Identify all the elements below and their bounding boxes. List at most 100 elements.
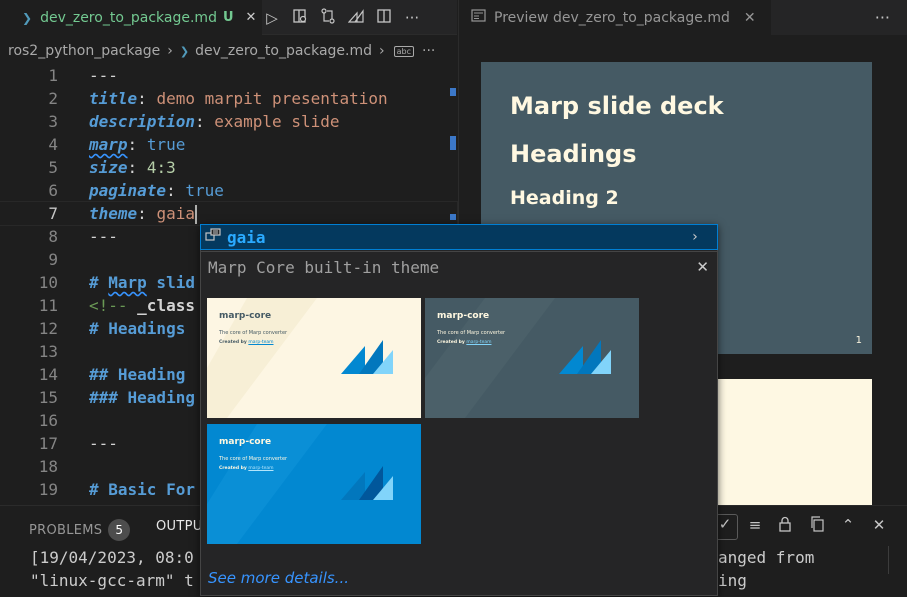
breadcrumb: ros2_python_package › ❯ dev_zero_to_pack… bbox=[0, 40, 457, 62]
marp-logo-icon bbox=[341, 340, 393, 374]
panel-scrollbar[interactable] bbox=[888, 546, 898, 574]
copy-icon[interactable] bbox=[804, 516, 830, 536]
more-actions-icon[interactable]: ··· bbox=[398, 9, 426, 27]
line-number: 10 bbox=[38, 273, 58, 292]
tab-dev-zero-to-package[interactable]: ❯ dev_zero_to_package.md U ✕ bbox=[0, 0, 262, 35]
frontmatter-delimiter: --- bbox=[89, 227, 118, 246]
line-number: 4 bbox=[48, 135, 58, 154]
yaml-colon: : bbox=[137, 204, 147, 223]
line-number: 2 bbox=[48, 89, 58, 108]
suggestion-item-gaia[interactable]: gaia › bbox=[200, 224, 718, 250]
yaml-colon: : bbox=[127, 135, 138, 154]
yaml-value: demo marpit presentation bbox=[156, 89, 388, 108]
editor-tab-bar: ❯ dev_zero_to_package.md U ✕ ▷ ··· bbox=[0, 0, 457, 35]
tab-problems[interactable]: PROBLEMS 5 bbox=[29, 519, 131, 541]
thumbnail-subtitle: The core of Marp converter bbox=[219, 456, 288, 462]
preview-icon bbox=[471, 9, 486, 26]
compare-changes-icon[interactable] bbox=[314, 7, 342, 28]
yaml-value: true bbox=[146, 135, 186, 154]
credit-prefix: Created by bbox=[437, 340, 465, 345]
run-icon[interactable]: ▷ bbox=[258, 9, 286, 27]
slide-heading-1b: Headings bbox=[510, 140, 637, 168]
line-number: 9 bbox=[48, 250, 58, 269]
line-number: 16 bbox=[38, 411, 58, 430]
see-more-details-link[interactable]: See more details... bbox=[208, 569, 349, 587]
lock-icon[interactable] bbox=[772, 516, 798, 536]
yaml-value: gaia bbox=[156, 204, 195, 223]
slide-page-number: 1 bbox=[855, 335, 862, 346]
open-preview-icon[interactable] bbox=[286, 8, 314, 28]
maximize-panel-icon[interactable]: ⌃ bbox=[835, 516, 861, 534]
chevron-right-icon: › bbox=[379, 43, 385, 59]
frontmatter-delimiter: --- bbox=[89, 66, 118, 85]
heading-marker: # bbox=[89, 273, 109, 292]
breadcrumb-more[interactable]: ··· bbox=[422, 43, 435, 59]
comment-directive: _class bbox=[137, 296, 195, 315]
tab-label: Preview dev_zero_to_package.md bbox=[494, 9, 730, 26]
output-line: ing bbox=[718, 571, 747, 590]
line-number: 19 bbox=[38, 480, 58, 499]
editor-toolbar: ▷ ··· bbox=[258, 0, 426, 35]
untracked-badge: U bbox=[222, 10, 234, 25]
heading-line: ### Heading bbox=[89, 388, 195, 407]
yaml-colon: : bbox=[127, 158, 138, 177]
yaml-key: paginate bbox=[89, 181, 167, 200]
yaml-key: title bbox=[89, 89, 138, 108]
tab-preview[interactable]: Preview dev_zero_to_package.md ✕ bbox=[459, 0, 771, 35]
marp-icon[interactable] bbox=[342, 8, 370, 28]
yaml-colon: : bbox=[194, 112, 205, 131]
slide-heading-1: Marp slide deck bbox=[510, 92, 724, 120]
theme-thumbnail-gaia-invert: marp-core The core of Marp converter Cre… bbox=[207, 424, 421, 544]
symbol-string-icon: abc bbox=[393, 45, 415, 57]
code-line: 4 marp: true bbox=[0, 133, 457, 156]
theme-thumbnail-default: marp-core The core of Marp converter Cre… bbox=[207, 298, 421, 418]
yaml-key: marp bbox=[89, 135, 128, 154]
thumbnail-subtitle: The core of Marp converter bbox=[437, 330, 506, 336]
line-number: 6 bbox=[48, 181, 58, 200]
suggestion-label: gaia bbox=[227, 227, 266, 247]
output-line: "linux-gcc-arm" t bbox=[30, 571, 194, 590]
heading-line: # Basic For bbox=[89, 480, 195, 499]
yaml-colon: : bbox=[166, 181, 176, 200]
line-number: 1 bbox=[48, 66, 58, 85]
comment-open: <!-- bbox=[89, 296, 138, 315]
thumbnail-title: marp-core bbox=[437, 311, 490, 321]
line-number: 11 bbox=[38, 296, 58, 315]
credit-prefix: Created by bbox=[219, 466, 247, 471]
yaml-colon: : bbox=[137, 89, 147, 108]
credit-author: marp-team bbox=[466, 340, 492, 345]
thumbnail-title: marp-core bbox=[219, 437, 272, 447]
split-editor-icon[interactable] bbox=[370, 8, 398, 28]
line-number: 7 bbox=[48, 204, 58, 223]
output-line: [19/04/2023, 08:0 bbox=[30, 548, 194, 567]
markdown-icon: ❯ bbox=[22, 10, 33, 25]
close-icon[interactable]: ✕ bbox=[246, 10, 257, 25]
breadcrumb-file[interactable]: dev_zero_to_package.md bbox=[195, 43, 372, 59]
close-icon[interactable]: ✕ bbox=[696, 258, 709, 276]
heading-rest: slid bbox=[146, 273, 195, 292]
credit-author: marp-team bbox=[248, 340, 274, 345]
breadcrumb-folder[interactable]: ros2_python_package bbox=[8, 43, 160, 59]
close-panel-icon[interactable]: ✕ bbox=[866, 516, 892, 534]
thumbnail-credit: Created by marp-team bbox=[219, 466, 274, 471]
suggest-widget: gaia › Marp Core built-in theme ✕ marp-c… bbox=[200, 224, 718, 596]
close-icon[interactable]: ✕ bbox=[744, 10, 756, 26]
code-line: 2 title: demo marpit presentation bbox=[0, 87, 457, 110]
line-number: 17 bbox=[38, 434, 58, 453]
yaml-key: description bbox=[89, 112, 195, 131]
scrollbar-marker bbox=[450, 214, 456, 220]
heading-line: ## Heading bbox=[89, 365, 186, 384]
yaml-value: true bbox=[185, 181, 224, 200]
enum-member-icon bbox=[205, 228, 221, 246]
more-actions-icon[interactable]: ··· bbox=[875, 8, 890, 27]
credit-author: marp-team bbox=[248, 466, 274, 471]
preview-tab-bar: Preview dev_zero_to_package.md ✕ ··· bbox=[459, 0, 907, 35]
heading-word: Marp bbox=[108, 273, 147, 292]
problems-count-badge: 5 bbox=[108, 519, 131, 541]
line-number: 8 bbox=[48, 227, 58, 246]
chevron-right-icon[interactable]: › bbox=[691, 229, 699, 245]
clear-output-icon[interactable]: ≡ bbox=[742, 516, 768, 534]
yaml-key: size bbox=[89, 158, 128, 177]
line-number: 15 bbox=[38, 388, 58, 407]
tab-problems-label: PROBLEMS bbox=[29, 523, 103, 538]
